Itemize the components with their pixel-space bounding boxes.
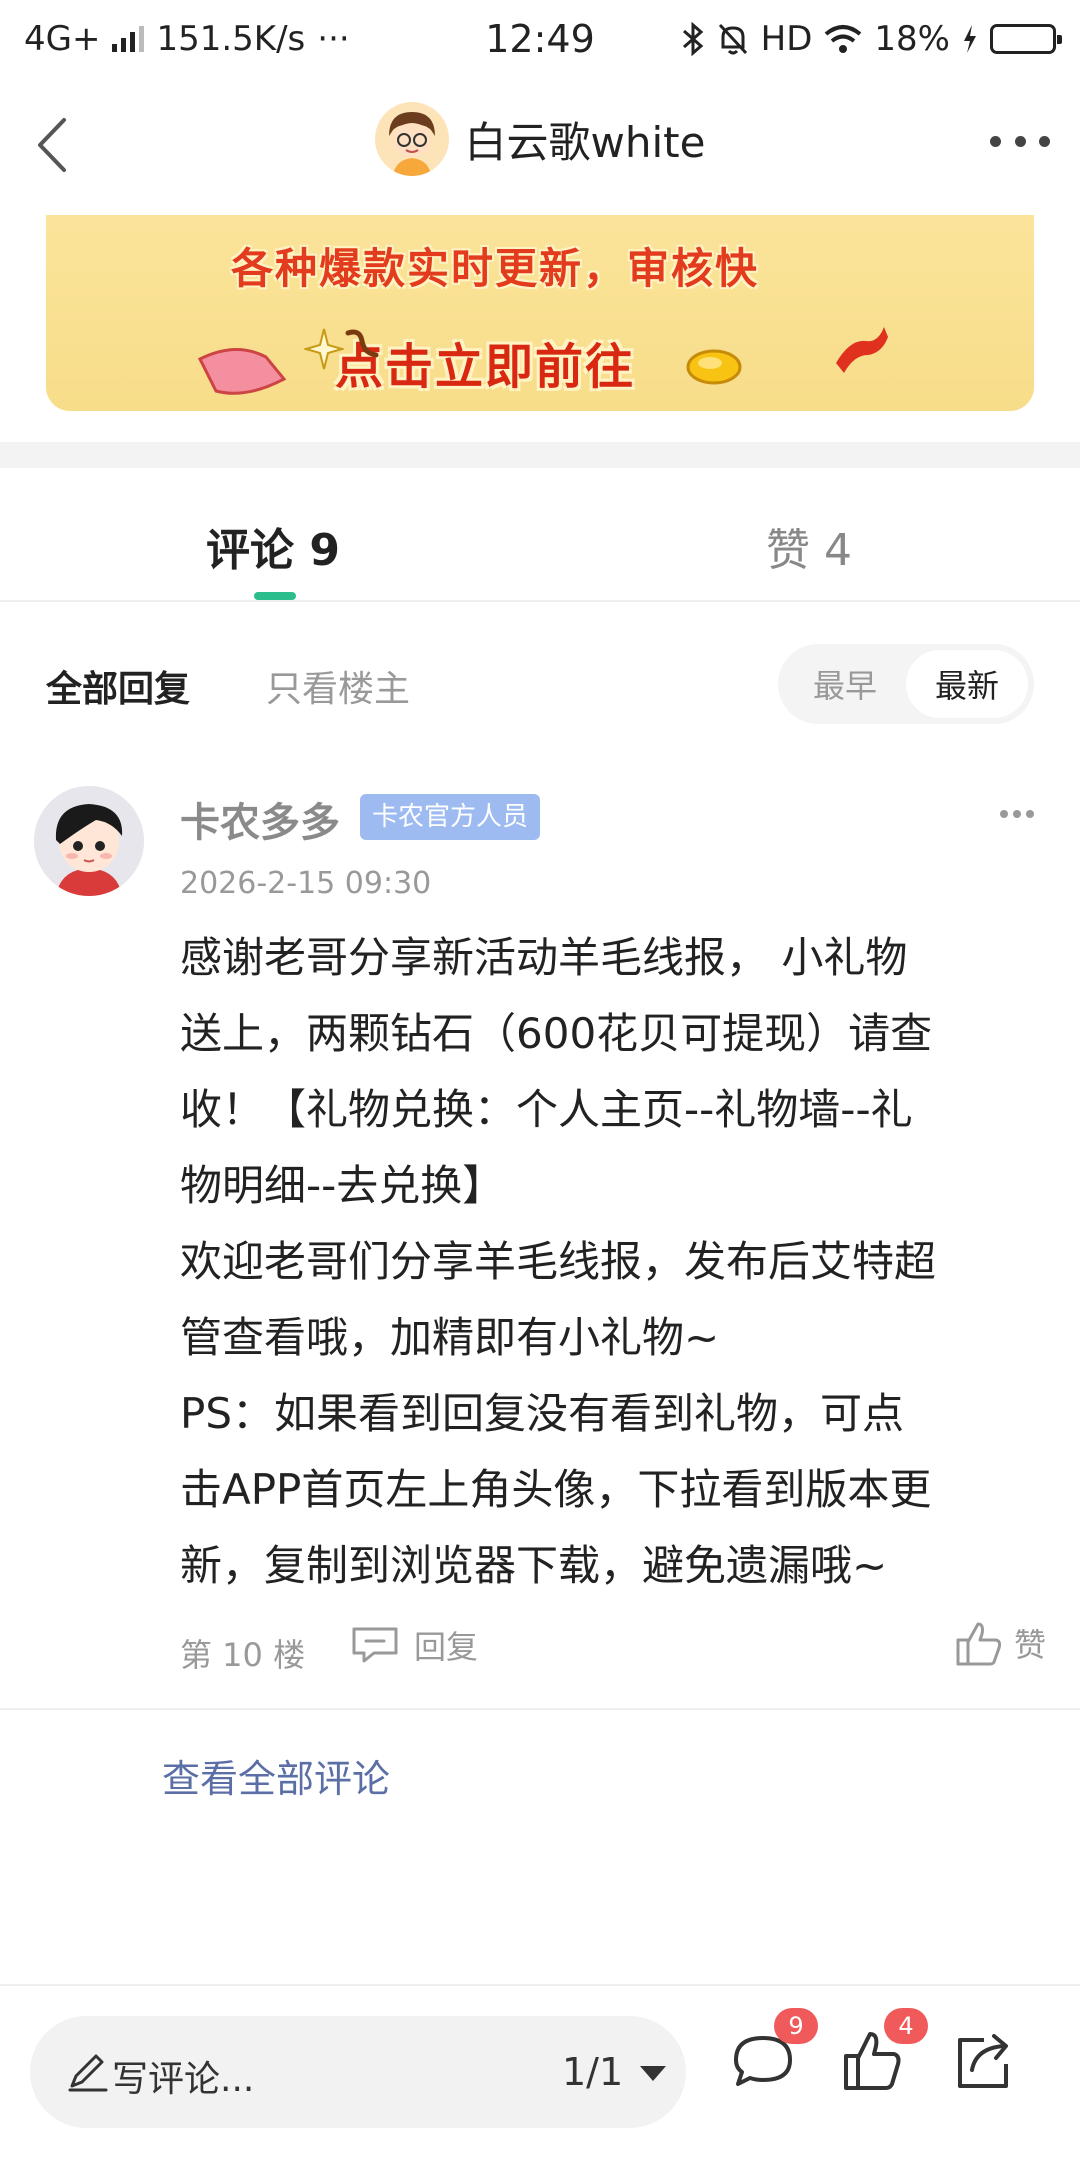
bottom-action-bar: 写评论... 1/1 9 4 xyxy=(0,1984,1080,2160)
comment-footer: 第 10 楼 回复 赞 xyxy=(180,1618,1046,1688)
battery-percent: 18% xyxy=(874,19,950,59)
cartoon-face-icon xyxy=(34,786,144,896)
battery-icon xyxy=(990,24,1062,54)
banner-cta: 点击立即前往 xyxy=(334,339,635,395)
filter-only-op[interactable]: 只看楼主 xyxy=(266,660,410,712)
comment-line: 欢迎老哥们分享羊毛线报，发布后艾特超 xyxy=(180,1237,937,1286)
comment-line: 新，复制到浏览器下载，避免遗漏哦~ xyxy=(180,1541,888,1590)
reply-filter-bar: 全部回复 只看楼主 最早 最新 xyxy=(0,640,1080,730)
pencil-icon xyxy=(68,2054,108,2092)
chevron-down-icon[interactable] xyxy=(640,2066,666,2081)
more-icon xyxy=(990,135,1001,147)
banner-headline: 各种爆款实时更新，审核快 xyxy=(230,244,759,293)
more-options-button[interactable] xyxy=(990,116,1050,166)
comment-line: PS：如果看到回复没有看到礼物，可点 xyxy=(180,1389,904,1438)
comment-separator xyxy=(0,1708,1080,1710)
bluetooth-icon xyxy=(682,22,703,56)
share-button[interactable] xyxy=(950,2026,1040,2116)
coin-icon xyxy=(686,349,742,385)
section-divider xyxy=(0,442,1080,468)
promo-banner[interactable]: 各种爆款实时更新，审核快 点击立即前往 xyxy=(46,215,1034,411)
comment-count-badge: 9 xyxy=(774,2008,818,2044)
comment-line: 送上，两颗钻石（600花贝可提现）请查 xyxy=(180,1009,933,1058)
commenter-name[interactable]: 卡农多多 xyxy=(180,790,340,848)
charging-icon xyxy=(964,25,976,53)
comment-line: 管查看哦，加精即有小礼物~ xyxy=(180,1313,720,1362)
write-comment-placeholder: 写评论... xyxy=(112,2059,255,2100)
reply-icon xyxy=(352,1627,398,1663)
confetti-icon xyxy=(345,329,379,358)
status-more: ··· xyxy=(317,19,350,59)
comment-line: 击APP首页左上角头像，下拉看到版本更 xyxy=(180,1465,932,1514)
filter-all-replies[interactable]: 全部回复 xyxy=(46,660,190,712)
signal-icon xyxy=(112,26,145,52)
active-tab-indicator xyxy=(254,592,296,600)
page-indicator[interactable]: 1/1 xyxy=(562,2050,623,2094)
status-left: 4G+ 151.5K/s ··· xyxy=(24,19,350,59)
sort-earliest[interactable]: 最早 xyxy=(784,650,906,718)
comment-line: 收！【礼物兑换：个人主页--礼物墙--礼 xyxy=(180,1085,913,1134)
network-type: 4G+ xyxy=(24,19,101,59)
write-comment-input[interactable]: 写评论... 1/1 xyxy=(30,2016,686,2128)
like-label: 赞 xyxy=(1013,1626,1046,1664)
author-avatar[interactable] xyxy=(374,102,449,176)
comment-more-button[interactable] xyxy=(1000,810,1034,820)
network-speed: 151.5K/s xyxy=(156,19,306,59)
hd-label: HD xyxy=(760,19,813,59)
red-ribbon-icon xyxy=(836,327,888,373)
comment-item: 卡农多多 卡农官方人员 2026-2-15 09:30 感谢老哥分享新活动羊毛线… xyxy=(0,780,1080,1708)
status-bar: 4G+ 151.5K/s ··· 12:49 HD 18% xyxy=(0,0,1080,78)
floor-number: 第 10 楼 xyxy=(180,1636,306,1674)
comment-time: 2026-2-15 09:30 xyxy=(180,866,432,901)
like-count-badge: 4 xyxy=(884,2008,928,2044)
post-detail-page: 4G+ 151.5K/s ··· 12:49 HD 18% 白云歌white 各… xyxy=(0,0,1080,2160)
comment-line: 物明细--去兑换】 xyxy=(180,1161,505,1210)
more-icon xyxy=(1000,810,1008,818)
content-tabs: 评论 9 赞 4 xyxy=(0,468,1080,602)
official-badge: 卡农官方人员 xyxy=(360,794,541,840)
reply-button[interactable]: 回复 xyxy=(350,1622,478,1668)
post-header: 白云歌white xyxy=(0,90,1080,200)
share-icon xyxy=(958,2034,1008,2088)
commenter-avatar[interactable] xyxy=(34,786,144,896)
tab-comments[interactable]: 评论 9 xyxy=(206,514,340,578)
comment-body: 感谢老哥分享新活动羊毛线报， 小礼物 送上，两颗钻石（600花贝可提现）请查 收… xyxy=(180,920,1060,1604)
comment-line: 感谢老哥分享新活动羊毛线报， 小礼物 xyxy=(180,933,908,982)
tab-likes[interactable]: 赞 4 xyxy=(766,514,852,578)
reply-label: 回复 xyxy=(414,1628,479,1666)
author-info[interactable]: 白云歌white xyxy=(0,102,1080,176)
like-icon xyxy=(956,1622,1002,1666)
status-right: HD 18% xyxy=(681,19,1062,59)
comment-like-button[interactable]: 赞 xyxy=(954,1618,1046,1668)
mute-icon xyxy=(718,23,747,55)
comments-button[interactable]: 9 xyxy=(728,2008,818,2116)
wifi-icon xyxy=(825,25,862,53)
sparkle-icon xyxy=(304,328,344,370)
sort-toggle: 最早 最新 xyxy=(778,644,1034,724)
cartoon-avatar-icon xyxy=(374,102,449,176)
author-name[interactable]: 白云歌white xyxy=(465,109,706,170)
sort-latest[interactable]: 最新 xyxy=(906,650,1028,718)
like-post-button[interactable]: 4 xyxy=(838,2008,928,2116)
view-all-comments-link[interactable]: 查看全部评论 xyxy=(162,1748,390,1803)
